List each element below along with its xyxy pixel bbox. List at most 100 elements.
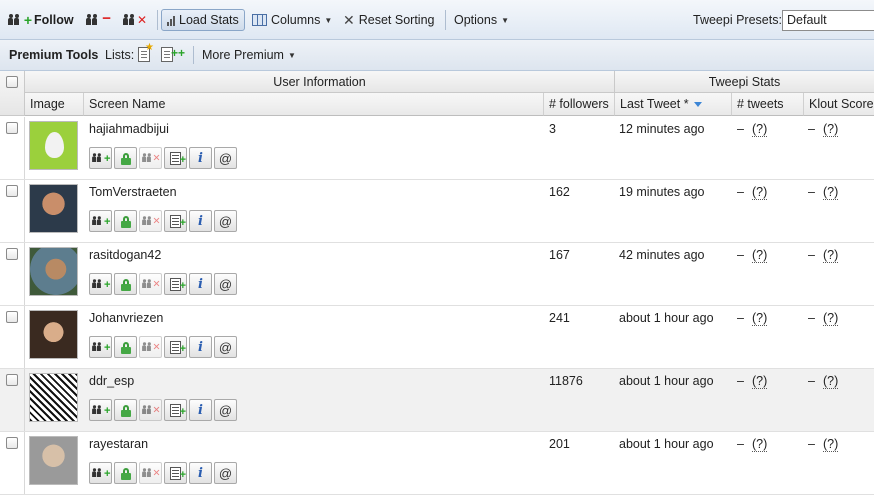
tweets-unknown[interactable]: (?)	[751, 374, 768, 389]
follow-user-button[interactable]: +	[89, 273, 112, 295]
klout-unknown[interactable]: (?)	[822, 122, 839, 137]
columns-menu[interactable]: Columns ▼	[252, 9, 332, 31]
mention-button[interactable]: @	[214, 273, 237, 295]
follow-user-button[interactable]: +	[89, 147, 112, 169]
tweets-unknown[interactable]: (?)	[751, 248, 768, 263]
add-to-list-button[interactable]: +	[164, 210, 187, 232]
row-checkbox[interactable]	[6, 122, 18, 134]
klout-unknown[interactable]: (?)	[822, 374, 839, 389]
user-info-button[interactable]: i	[189, 462, 212, 484]
screen-name[interactable]: hajiahmadbijui	[89, 122, 169, 136]
user-info-button[interactable]: i	[189, 210, 212, 232]
mention-button[interactable]: @	[214, 462, 237, 484]
screen-name[interactable]: rasitdogan42	[89, 248, 161, 262]
user-info-button[interactable]: i	[189, 273, 212, 295]
last-tweet-time: 42 minutes ago	[619, 248, 705, 262]
col-screen-name[interactable]: Screen Name	[84, 93, 544, 116]
col-klout-label: Klout Score	[809, 97, 874, 111]
add-to-list-icon: +	[170, 403, 186, 417]
lock-icon	[120, 404, 131, 417]
mention-button[interactable]: @	[214, 147, 237, 169]
tweets-unknown[interactable]: (?)	[751, 311, 768, 326]
add-to-list-button[interactable]: +	[164, 462, 187, 484]
tweepi-stats-group: Tweepi Stats	[615, 71, 874, 93]
row-checkbox[interactable]	[6, 248, 18, 260]
klout-unknown[interactable]: (?)	[822, 311, 839, 326]
row-checkbox[interactable]	[6, 311, 18, 323]
col-klout[interactable]: Klout Score	[804, 93, 874, 116]
follow-button[interactable]: + Follow	[8, 9, 74, 31]
remove-user-button[interactable]: ✕	[139, 399, 162, 421]
row-checkbox[interactable]	[6, 437, 18, 449]
lock-button[interactable]	[114, 462, 137, 484]
tweets-unknown[interactable]: (?)	[751, 185, 768, 200]
add-to-list-button[interactable]: +	[164, 336, 187, 358]
tweets-unknown[interactable]: (?)	[751, 437, 768, 452]
user-info-button[interactable]: i	[189, 399, 212, 421]
user-info-button[interactable]: i	[189, 336, 212, 358]
more-premium-menu[interactable]: More Premium ▼	[202, 48, 296, 62]
user-info-button[interactable]: i	[189, 147, 212, 169]
col-last-tweet[interactable]: Last Tweet *	[615, 93, 732, 116]
lock-button[interactable]	[114, 399, 137, 421]
table-row[interactable]: rayestaran 201 about 1 hour ago – (?) – (?…	[0, 432, 874, 495]
lock-icon	[120, 341, 131, 354]
screen-name[interactable]: rayestaran	[89, 437, 148, 451]
table-row[interactable]: TomVerstraeten 162 19 minutes ago – (?) –…	[0, 180, 874, 243]
col-image[interactable]: Image	[25, 93, 84, 116]
list-add-icon[interactable]: ++	[161, 46, 185, 62]
screen-name[interactable]: Johanvriezen	[89, 311, 163, 325]
row-checkbox[interactable]	[6, 185, 18, 197]
options-menu[interactable]: Options ▼	[454, 9, 509, 31]
follow-user-button[interactable]: +	[89, 336, 112, 358]
col-followers[interactable]: # followers	[544, 93, 615, 116]
row-actions: + ✕ + i @	[89, 336, 237, 358]
lock-button[interactable]	[114, 273, 137, 295]
mention-button[interactable]: @	[214, 210, 237, 232]
follow-user-button[interactable]: +	[89, 462, 112, 484]
presets-select[interactable]: Default	[782, 10, 874, 31]
add-to-list-button[interactable]: +	[164, 273, 187, 295]
mention-button[interactable]: @	[214, 336, 237, 358]
remove-user-button[interactable]: ✕	[139, 273, 162, 295]
block-button[interactable]: ✕	[123, 9, 147, 31]
klout-unknown[interactable]: (?)	[822, 248, 839, 263]
remove-user-button[interactable]: ✕	[139, 462, 162, 484]
list-star-icon[interactable]: ★	[138, 42, 154, 62]
reset-sorting-button[interactable]: ✕ Reset Sorting	[343, 9, 434, 31]
col-tweets[interactable]: # tweets	[732, 93, 804, 116]
load-stats-button[interactable]: Load Stats	[161, 9, 245, 31]
followers-count: 201	[549, 437, 570, 451]
add-to-list-button[interactable]: +	[164, 399, 187, 421]
at-sign-icon: @	[218, 213, 233, 229]
at-sign-icon: @	[218, 339, 233, 355]
mention-button[interactable]: @	[214, 399, 237, 421]
avatar	[29, 310, 78, 359]
tweets-unknown[interactable]: (?)	[751, 122, 768, 137]
follow-user-button[interactable]: +	[89, 399, 112, 421]
follow-user-button[interactable]: +	[89, 210, 112, 232]
screen-name[interactable]: TomVerstraeten	[89, 185, 177, 199]
row-checkbox[interactable]	[6, 374, 18, 386]
klout-unknown[interactable]: (?)	[822, 185, 839, 200]
klout-unknown[interactable]: (?)	[822, 437, 839, 452]
tweets-count: – (?)	[737, 374, 768, 389]
remove-user-button[interactable]: ✕	[139, 210, 162, 232]
unfollow-button[interactable]: −	[86, 9, 111, 31]
remove-user-button[interactable]: ✕	[139, 147, 162, 169]
table-row[interactable]: rasitdogan42 167 42 minutes ago – (?) – (?…	[0, 243, 874, 306]
lock-button[interactable]	[114, 210, 137, 232]
select-all-checkbox[interactable]	[6, 76, 18, 88]
table-row[interactable]: Johanvriezen 241 about 1 hour ago – (?) –…	[0, 306, 874, 369]
tweets-dash: –	[737, 374, 744, 388]
remove-user-button[interactable]: ✕	[139, 336, 162, 358]
screen-name[interactable]: ddr_esp	[89, 374, 134, 388]
lock-button[interactable]	[114, 147, 137, 169]
last-tweet-time: 19 minutes ago	[619, 185, 705, 199]
add-to-list-button[interactable]: +	[164, 147, 187, 169]
lock-button[interactable]	[114, 336, 137, 358]
klout-score: – (?)	[808, 311, 839, 326]
table-row[interactable]: ddr_esp 11876 about 1 hour ago – (?) – (?)…	[0, 369, 874, 432]
table-row[interactable]: hajiahmadbijui 3 12 minutes ago – (?) – (?…	[0, 117, 874, 180]
tweets-dash: –	[737, 311, 744, 325]
